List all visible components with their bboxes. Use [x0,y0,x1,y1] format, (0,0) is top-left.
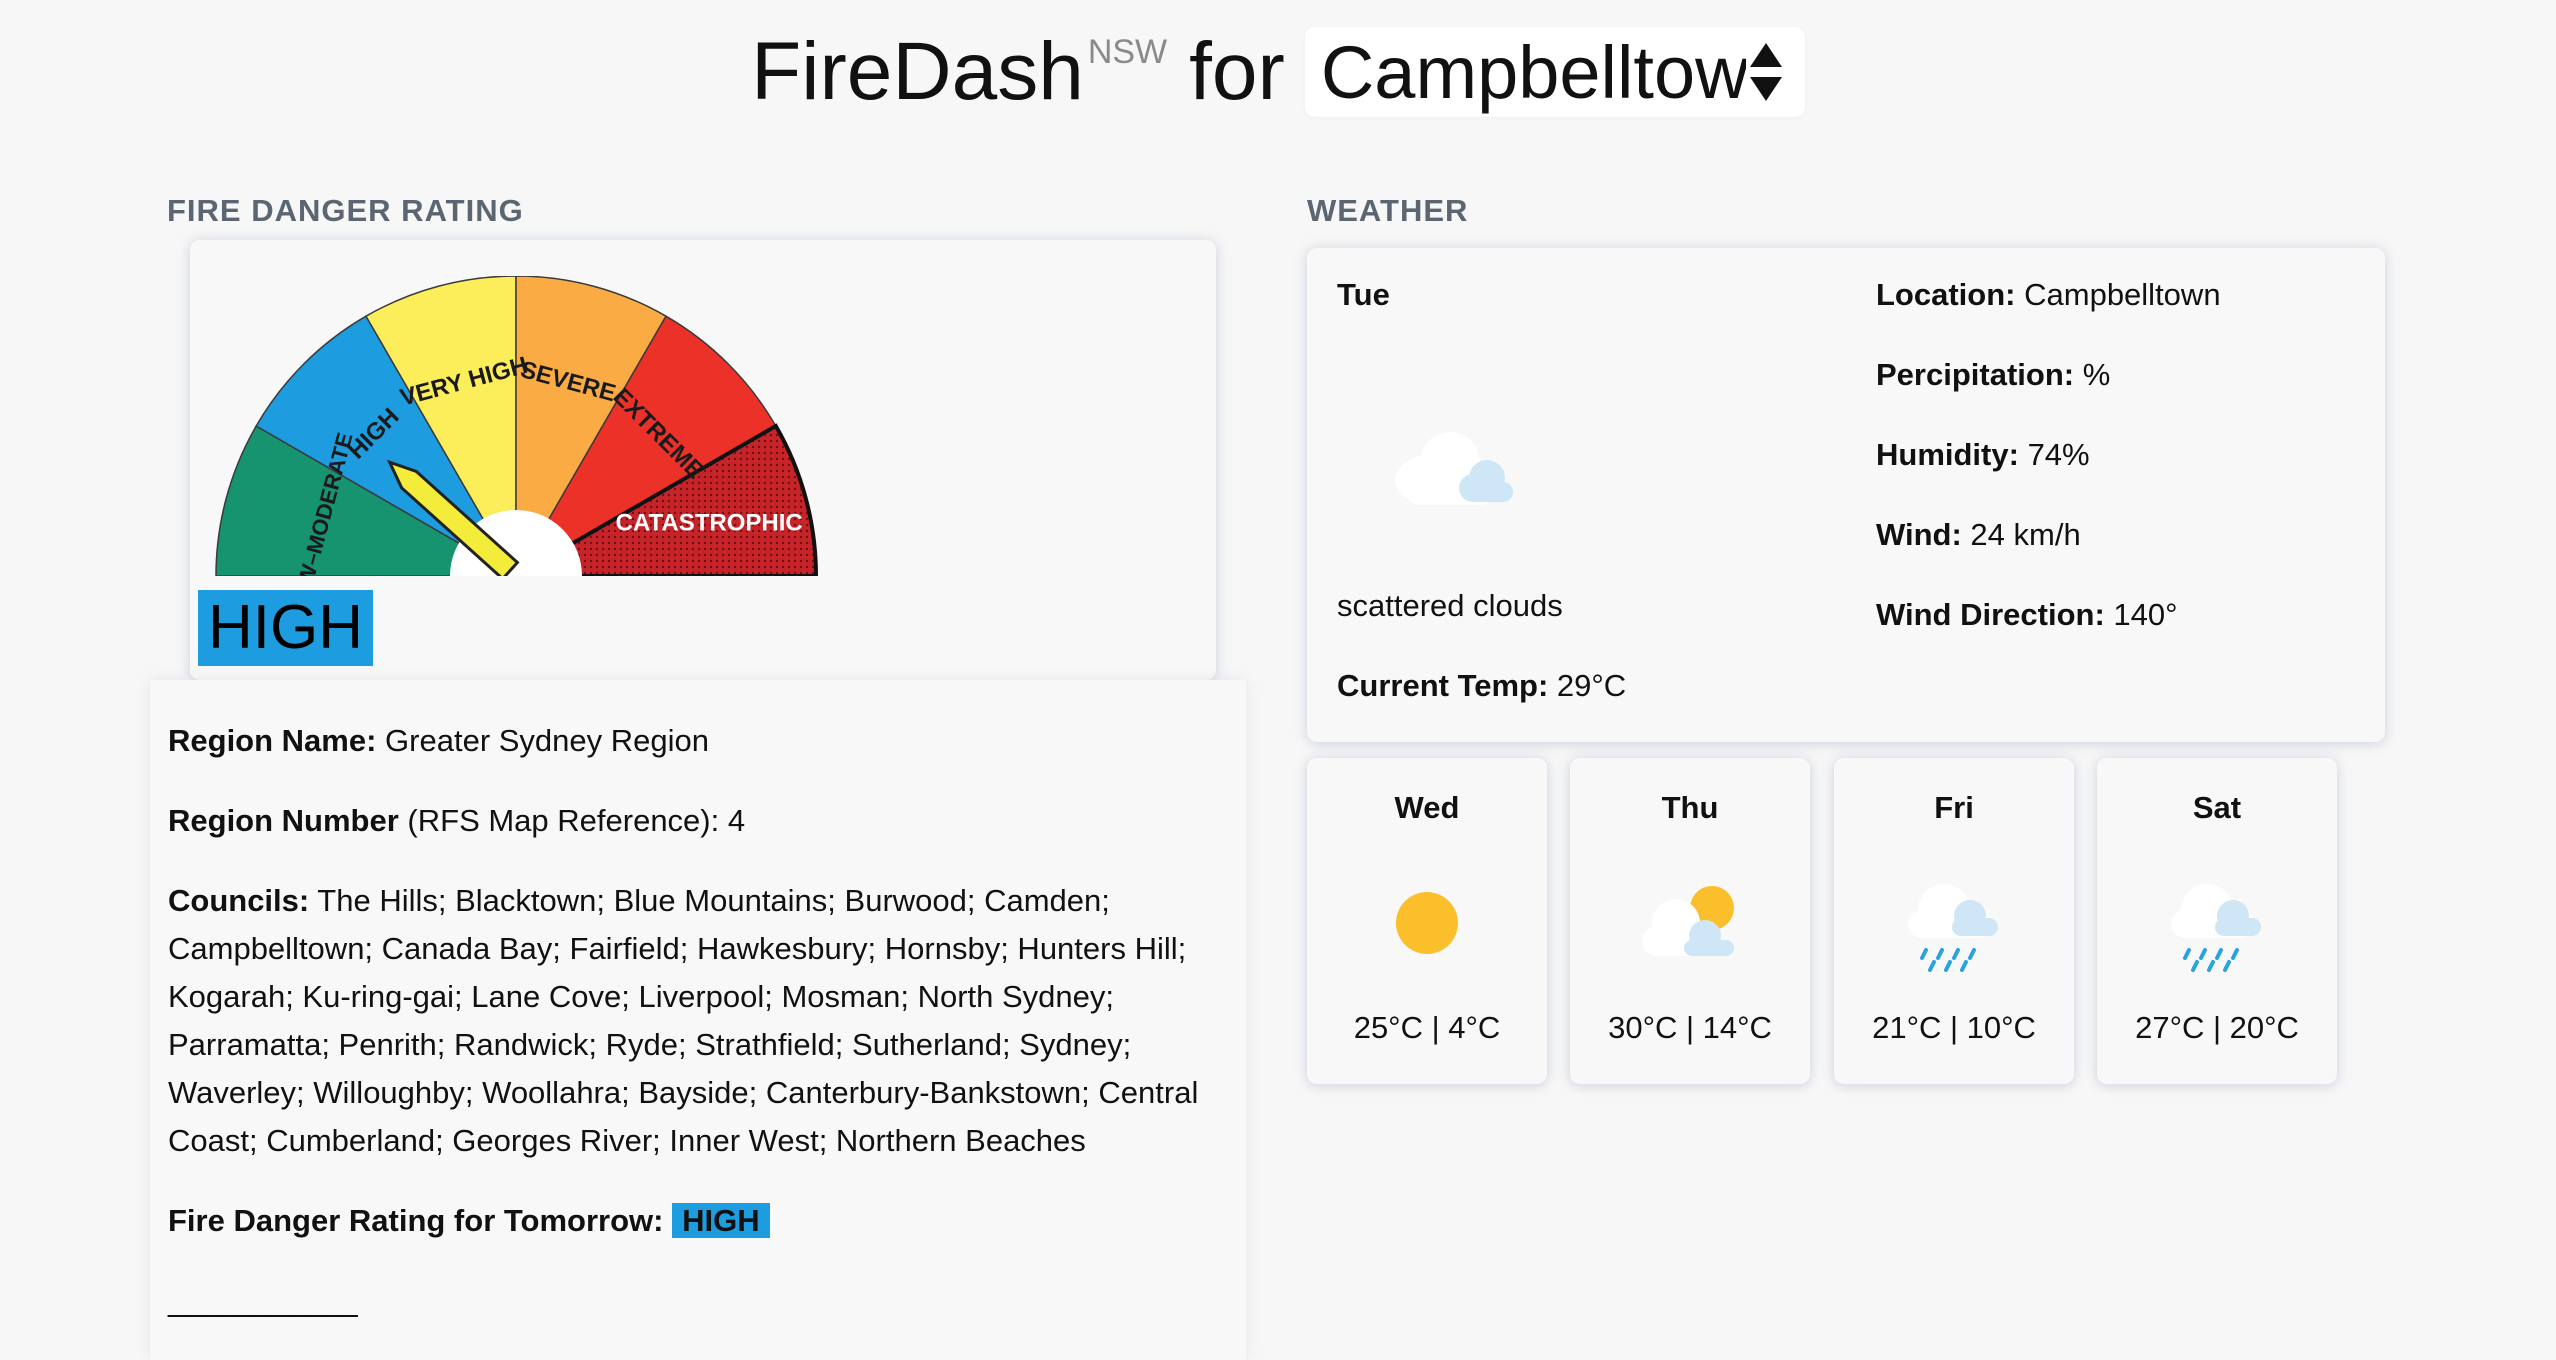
humidity-line: Humidity: 74% [1876,437,2090,473]
wind-direction-line: Wind Direction: 140° [1876,597,2178,633]
councils-label: Councils: [168,883,310,918]
forecast-card-sat: Sat 27°C | 20°C [2097,758,2337,1084]
councils-value: The Hills; Blacktown; Blue Mountains; Bu… [168,883,1199,1158]
wind-label: Wind: [1876,517,1962,552]
fire-danger-gauge: LOW–MODERATEHIGHVERY HIGHSEVEREEXTREMECA… [215,276,819,576]
weather-section-title: WEATHER [1307,193,1469,228]
humidity-label: Humidity: [1876,437,2019,472]
tomorrow-rating-label: Fire Danger Rating for Tomorrow: [168,1203,664,1238]
forecast-temps: 30°C | 14°C [1608,1010,1772,1045]
location-value: Campbelltown [2024,277,2221,312]
tomorrow-rating-line: Fire Danger Rating for Tomorrow: HIGH [168,1197,770,1245]
tomorrow-rating-badge: HIGH [672,1203,770,1238]
region-number-label: Region Number [168,803,399,838]
current-temp-value: 29°C [1556,668,1627,703]
sunny-icon [1396,892,1458,954]
region-name-value: Greater Sydney Region [385,723,710,758]
divider-line: ___________ [168,1283,358,1318]
wind-direction-label: Wind Direction: [1876,597,2105,632]
wind-value: 24 km/h [1970,517,2081,552]
gauge-label-catastrophic: CATASTROPHIC [616,510,803,537]
location-select[interactable]: Campbelltown [1304,27,1805,117]
forecast-temps: 27°C | 20°C [2135,1010,2299,1045]
fire-danger-card: LOW–MODERATE HIGH VERY HIGH SEVERE EXTREME CA… [190,240,1216,680]
wind-line: Wind: 24 km/h [1876,517,2081,553]
humidity-value: 74% [2027,437,2090,472]
fire-danger-section-title: FIRE DANGER RATING [167,193,524,228]
today-description: scattered clouds [1337,588,1563,623]
precipitation-label: Percipitation: [1876,357,2075,392]
forecast-day: Sat [2192,790,2242,825]
today-day: Tue [1337,277,1390,312]
precipitation-value: % [2082,357,2111,392]
region-number-value: (RFS Map Reference): 4 [407,803,746,838]
current-rating-badge: HIGH [198,590,373,666]
location-select-value[interactable]: Campbelltown [1321,30,1746,115]
location-label: Location: [1876,277,2016,312]
select-arrows-icon[interactable] [1746,37,1786,107]
forecast-day: Thu [1661,790,1719,825]
forecast-card-thu: Thu 30°C | 14°C [1570,758,1810,1084]
forecast-card-fri: Fri 21°C | 10°C [1834,758,2074,1084]
wind-direction-value: 140° [2113,597,2178,632]
location-line: Location: Campbelltown [1876,277,2221,313]
councils-line: Councils: The Hills; Blacktown; Blue Mou… [168,877,1258,1165]
forecast-card-wed: Wed 25°C | 4°C [1307,758,1547,1084]
scattered-clouds-icon [1395,432,1513,505]
partly-cloudy-icon [1642,886,1734,956]
forecast-day: Fri [1934,790,1974,825]
forecast-day: Wed [1394,790,1460,825]
current-temp-line: Current Temp: 29°C [1337,668,1626,704]
rain-icon [2171,884,2261,972]
current-temp-label: Current Temp: [1337,668,1549,703]
region-number-line: Region Number (RFS Map Reference): 4 [168,797,745,845]
region-name-label: Region Name: [168,723,377,758]
page-header: FireDash NSW for Campbelltown [0,22,2556,122]
for-word: for [1189,26,1285,117]
forecast-temps: 25°C | 4°C [1353,1010,1501,1045]
region-name-line: Region Name: Greater Sydney Region [168,717,709,765]
forecast-temps: 21°C | 10°C [1872,1010,2036,1045]
precipitation-line: Percipitation: % [1876,357,2110,393]
state-superscript: NSW [1087,33,1168,71]
app-title: FireDash NSW [751,26,1168,117]
rain-icon [1908,884,1998,972]
